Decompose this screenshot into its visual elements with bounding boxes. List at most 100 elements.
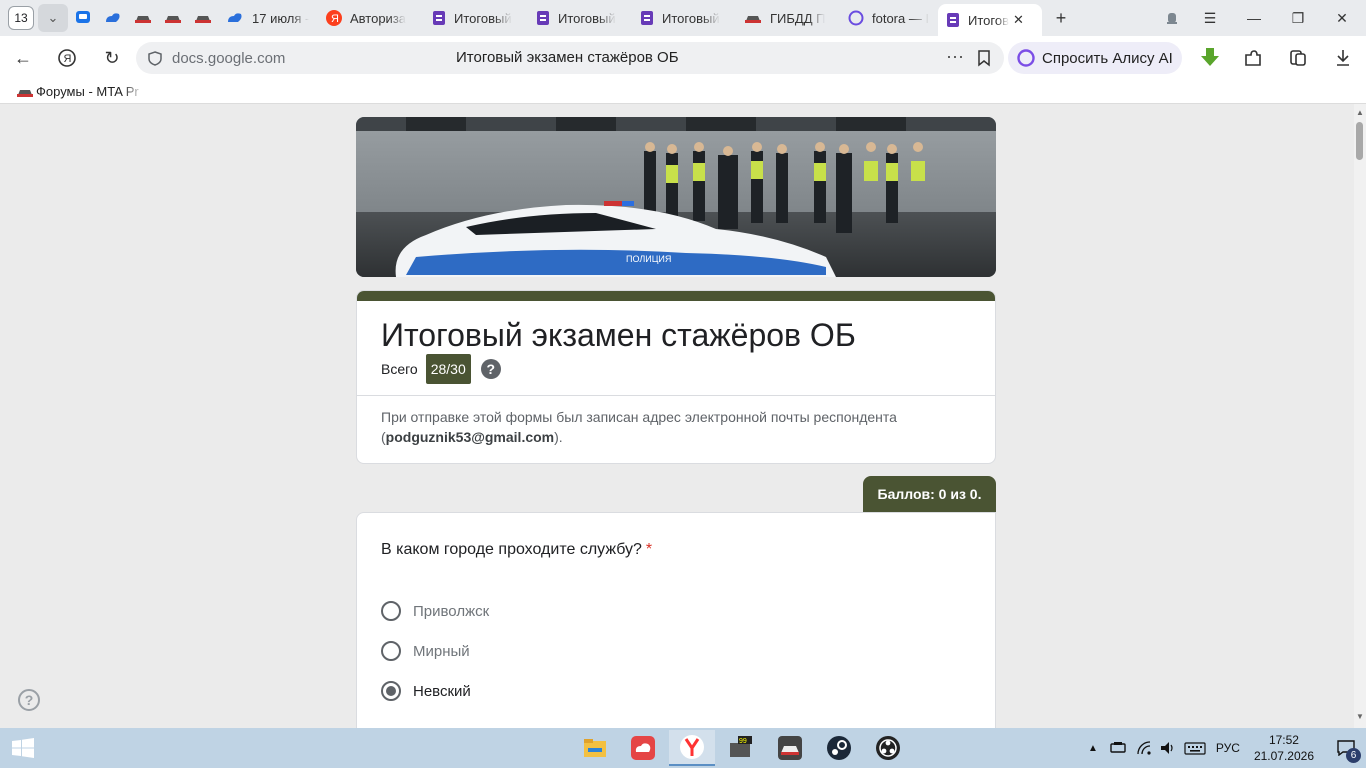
cloud-icon [106,13,120,22]
car-icon [135,16,151,23]
taskbar-game-app[interactable]: 99 [718,730,764,766]
windows-taskbar: 99 ▲ РУС 17:52 21.07.2026 6 [0,728,1366,768]
navigation-bar: ← Я ↻ docs.google.com Итоговый экзамен с… [0,36,1366,80]
alice-icon [1017,49,1035,67]
show-hidden-icons-chevron-icon[interactable]: ▲ [1088,743,1098,754]
taskbar-steam[interactable] [816,730,862,766]
email-note-suffix: ). [554,429,563,445]
page-scrollbar[interactable]: ▲ ▼ [1354,104,1366,728]
messenger-icon [76,11,90,23]
download-extension-icon[interactable] [1193,41,1227,75]
car-icon [165,16,181,23]
question-card: В каком городе проходите службу? * Привол… [356,512,996,728]
clock-date: 21.07.2026 [1253,749,1314,763]
close-tab-icon[interactable]: ✕ [1013,12,1024,28]
google-forms-icon [641,11,653,25]
points-badge: Баллов: 0 из 0. [863,476,996,512]
taskbar-yandex-browser[interactable] [669,730,715,766]
tab-title: Итоговый [558,10,616,26]
tab-item[interactable]: Итоговый [528,0,632,36]
tab-item[interactable]: fotora — I [840,0,938,36]
pinned-tab-messenger[interactable] [68,4,98,32]
new-tab-plus-icon[interactable]: + [1048,5,1074,31]
option-mirny[interactable]: Мирный [381,641,470,661]
svg-text:Я: Я [331,13,339,25]
extensions-puzzle-icon[interactable] [1236,41,1270,75]
shield-icon [148,51,162,66]
input-language[interactable]: РУС [1216,741,1240,755]
taskbar-car-app[interactable] [767,730,813,766]
yandex-logo-icon: Я [58,49,76,67]
scroll-up-arrow-icon[interactable]: ▲ [1356,108,1364,117]
ask-alice-button[interactable]: Спросить Алису AI [1008,42,1182,74]
radio-button-selected[interactable] [381,681,401,701]
pinned-tab-car-3[interactable] [188,4,218,32]
total-score-badge: 28/30 [425,354,471,384]
tab-title: Итоговый [454,10,512,26]
address-bar[interactable]: docs.google.com Итоговый экзамен стажёро… [136,42,1004,74]
car-icon [17,89,33,97]
reload-icon[interactable]: ↻ [95,41,129,75]
more-dots-icon[interactable]: ⋯ [946,47,964,68]
tab-title: Авториза [350,10,407,26]
start-button[interactable] [12,738,34,763]
wifi-icon[interactable] [1136,741,1152,755]
restore-window-icon[interactable]: ❐ [1276,0,1320,36]
bookmark-icon[interactable] [977,50,991,67]
taskbar-cloud-app[interactable] [620,730,666,766]
form-title-card: Итоговый экзамен стажёров ОБ Всего 28/30… [356,290,996,464]
tab-item-active[interactable]: Итогов ✕ [938,4,1042,36]
tab-count-button[interactable]: 13 [8,6,34,30]
taskbar-file-explorer[interactable] [572,730,618,766]
browser-menu-icon[interactable]: ☰ [1188,0,1232,36]
tab-list-chevron-icon[interactable]: ⌄ [38,4,68,32]
tab-item[interactable]: Итоговый [424,0,528,36]
green-arrow-icon [1201,48,1219,66]
svg-text:99: 99 [739,738,747,745]
volume-icon[interactable] [1160,741,1176,755]
svg-text:Я: Я [64,53,72,65]
police-banner-illustration: ПОЛИЦИЯ [356,117,996,277]
red-cloud-icon [631,736,655,760]
address-domain: docs.google.com [172,50,286,67]
minimize-window-icon[interactable]: — [1232,0,1276,36]
keyboard-icon[interactable] [1184,741,1206,755]
scroll-down-arrow-icon[interactable]: ▼ [1356,712,1364,721]
score-help-icon[interactable]: ? [480,359,501,379]
close-window-icon[interactable]: ✕ [1320,0,1364,36]
page-help-icon[interactable]: ? [18,689,40,711]
notification-center[interactable]: 6 [1326,728,1366,768]
car-icon [195,16,211,23]
tab-item[interactable]: Итоговый [632,0,736,36]
yandex-home-icon[interactable]: Я [50,41,84,75]
svg-text:ПОЛИЦИЯ: ПОЛИЦИЯ [626,254,671,264]
option-nevsky[interactable]: Невский [381,681,471,701]
cloud-icon [228,13,242,22]
tab-item[interactable]: ГИБДД П [736,0,840,36]
download-arrow-icon [1337,50,1349,66]
option-privolzhsk[interactable]: Приволжск [381,601,489,621]
radio-button[interactable] [381,601,401,621]
tab-item[interactable]: 17 июля - [218,0,318,36]
device-icon[interactable] [1110,741,1126,755]
tab-item[interactable]: Я Авториза [318,0,424,36]
bookmark-forums[interactable]: Форумы - MTA Pr [36,84,144,99]
scrollbar-thumb[interactable] [1356,122,1363,160]
puzzle-icon [1245,50,1261,66]
taskbar-obs[interactable] [865,730,911,766]
back-arrow-icon[interactable]: ← [6,41,40,75]
title-card-accent-stripe [357,291,995,301]
notification-count-badge: 6 [1346,748,1361,763]
tab-title: fotora — I [872,10,930,26]
alice-icon [848,10,864,26]
steam-icon [827,736,851,760]
collections-icon[interactable] [1281,41,1315,75]
stack-icon [1290,50,1306,66]
downloads-icon[interactable] [1326,41,1360,75]
radio-button[interactable] [381,641,401,661]
pinned-tab-cloud[interactable] [98,4,128,32]
clock-time: 17:52 [1268,733,1299,747]
pinned-tab-car-1[interactable] [128,4,158,32]
pinned-tab-car-2[interactable] [158,4,188,32]
clock[interactable]: 17:52 21.07.2026 [1254,732,1314,764]
